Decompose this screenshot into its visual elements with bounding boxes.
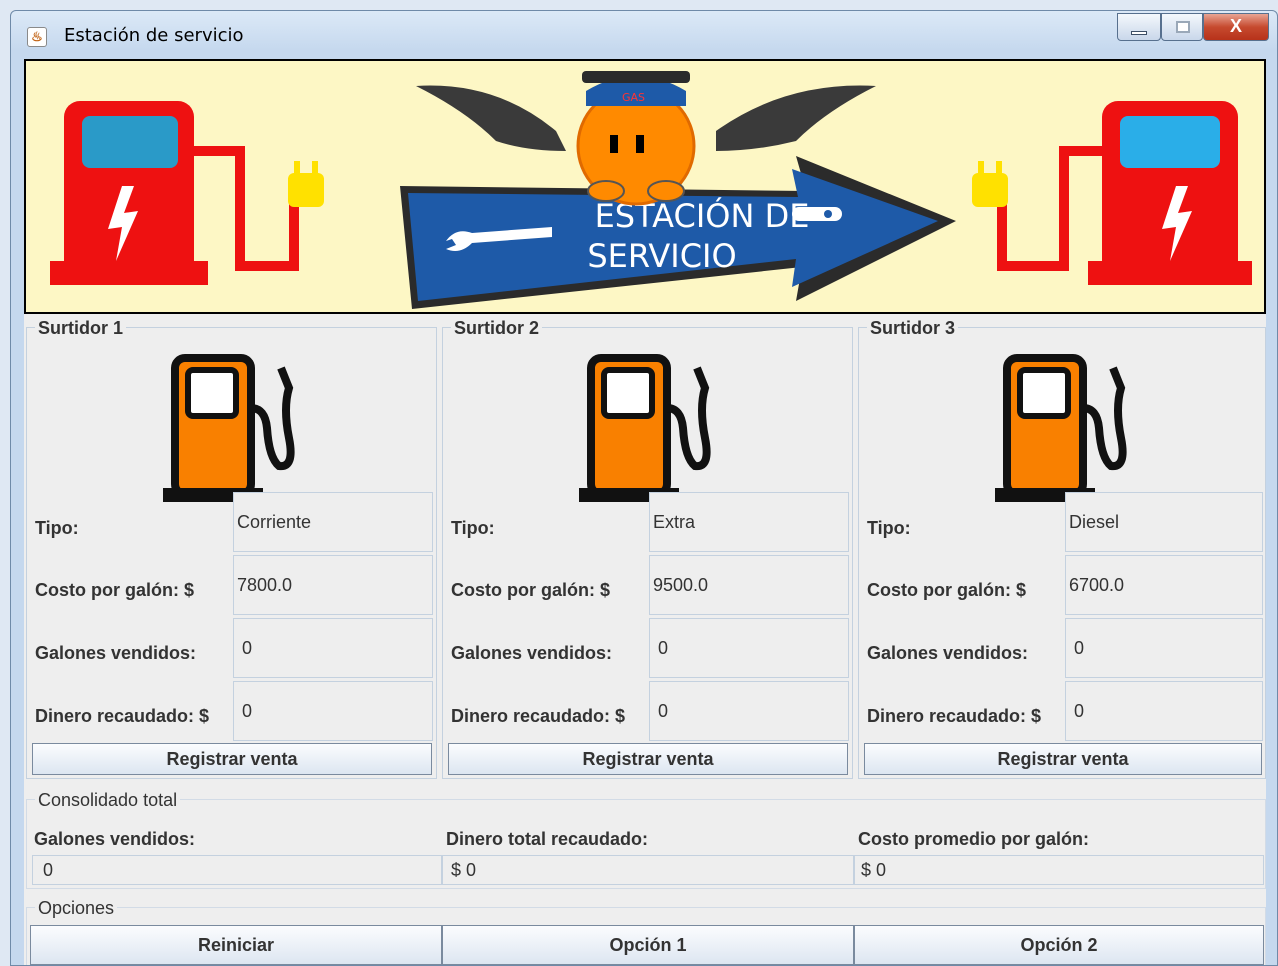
fuel-pump-icon bbox=[579, 354, 711, 502]
costo-promedio-value: $ 0 bbox=[854, 855, 1264, 885]
costo-label: Costo por galón: $ bbox=[35, 580, 194, 600]
app-window: ♨ Estación de servicio X ESTACIÓN DE SER… bbox=[10, 10, 1278, 966]
dinero-value: 0 bbox=[649, 681, 849, 741]
galones-label: Galones vendidos: bbox=[35, 643, 197, 663]
total-galones-value: 0 bbox=[32, 855, 442, 885]
electric-charger-right-icon bbox=[972, 101, 1252, 285]
close-icon: X bbox=[1229, 16, 1242, 36]
surtidor-2-panel: Surtidor 2 Tipo: Extra Costo por galón: … bbox=[442, 318, 853, 779]
total-dinero-value: $ 0 bbox=[442, 855, 854, 885]
costo-label: Costo por galón: $ bbox=[451, 580, 610, 600]
mascot-cap-text: GAS bbox=[622, 91, 645, 104]
surtidor-3-panel: Surtidor 3 Tipo: Diesel Costo por galón:… bbox=[858, 318, 1266, 779]
tipo-label: Tipo: bbox=[867, 518, 911, 538]
surtidor-1-panel: Surtidor 1 Tipo: Corriente Costo por gal… bbox=[26, 318, 437, 779]
tipo-label: Tipo: bbox=[35, 518, 79, 538]
surtidor-1-title: Surtidor 1 bbox=[35, 318, 127, 338]
tipo-value: Corriente bbox=[233, 492, 433, 552]
close-button[interactable]: X bbox=[1203, 13, 1269, 41]
banner-title-line2: SERVICIO bbox=[587, 237, 736, 275]
minimize-icon bbox=[1131, 31, 1147, 35]
title-bar[interactable]: ♨ Estación de servicio X bbox=[11, 11, 1277, 59]
galones-value: 0 bbox=[1065, 618, 1263, 678]
java-app-icon: ♨ bbox=[27, 27, 47, 47]
dinero-value: 0 bbox=[1065, 681, 1263, 741]
opciones-title: Opciones bbox=[35, 898, 118, 918]
consolidado-title: Consolidado total bbox=[35, 790, 181, 810]
tipo-value: Diesel bbox=[1065, 492, 1263, 552]
window-title: Estación de servicio bbox=[64, 25, 244, 46]
registrar-venta-button[interactable]: Registrar venta bbox=[864, 743, 1262, 775]
dinero-value: 0 bbox=[233, 681, 433, 741]
costo-label: Costo por galón: $ bbox=[867, 580, 1026, 600]
registrar-venta-button[interactable]: Registrar venta bbox=[32, 743, 432, 775]
main-content: ESTACIÓN DE SERVICIO GAS Surtidor 1 Tipo… bbox=[24, 59, 1266, 965]
opcion-1-button[interactable]: Opción 1 bbox=[442, 925, 854, 965]
reiniciar-button[interactable]: Reiniciar bbox=[30, 925, 442, 965]
costo-value: 9500.0 bbox=[649, 555, 849, 615]
fuel-pump-icon bbox=[163, 354, 295, 502]
dinero-label: Dinero recaudado: $ bbox=[35, 706, 210, 726]
banner-graphic: ESTACIÓN DE SERVICIO GAS bbox=[50, 71, 1252, 309]
fuel-pump-icon bbox=[995, 354, 1127, 502]
surtidor-3-title: Surtidor 3 bbox=[867, 318, 959, 338]
costo-value: 7800.0 bbox=[233, 555, 433, 615]
minimize-button[interactable] bbox=[1117, 13, 1161, 41]
costo-promedio-label: Costo promedio por galón: bbox=[858, 829, 1089, 849]
surtidor-2-title: Surtidor 2 bbox=[451, 318, 543, 338]
galones-label: Galones vendidos: bbox=[867, 643, 1029, 663]
electric-charger-left-icon bbox=[50, 101, 324, 285]
total-dinero-label: Dinero total recaudado: bbox=[446, 829, 649, 849]
opcion-2-button[interactable]: Opción 2 bbox=[854, 925, 1264, 965]
total-galones-label: Galones vendidos: bbox=[34, 829, 196, 849]
banner-image: ESTACIÓN DE SERVICIO GAS bbox=[24, 59, 1266, 314]
tipo-label: Tipo: bbox=[451, 518, 495, 538]
registrar-venta-button[interactable]: Registrar venta bbox=[448, 743, 848, 775]
dinero-label: Dinero recaudado: $ bbox=[451, 706, 626, 726]
maximize-button[interactable] bbox=[1161, 13, 1203, 41]
maximize-icon bbox=[1176, 21, 1190, 33]
galones-value: 0 bbox=[233, 618, 433, 678]
tipo-value: Extra bbox=[649, 492, 849, 552]
galones-label: Galones vendidos: bbox=[451, 643, 613, 663]
dinero-label: Dinero recaudado: $ bbox=[867, 706, 1042, 726]
galones-value: 0 bbox=[649, 618, 849, 678]
costo-value: 6700.0 bbox=[1065, 555, 1263, 615]
